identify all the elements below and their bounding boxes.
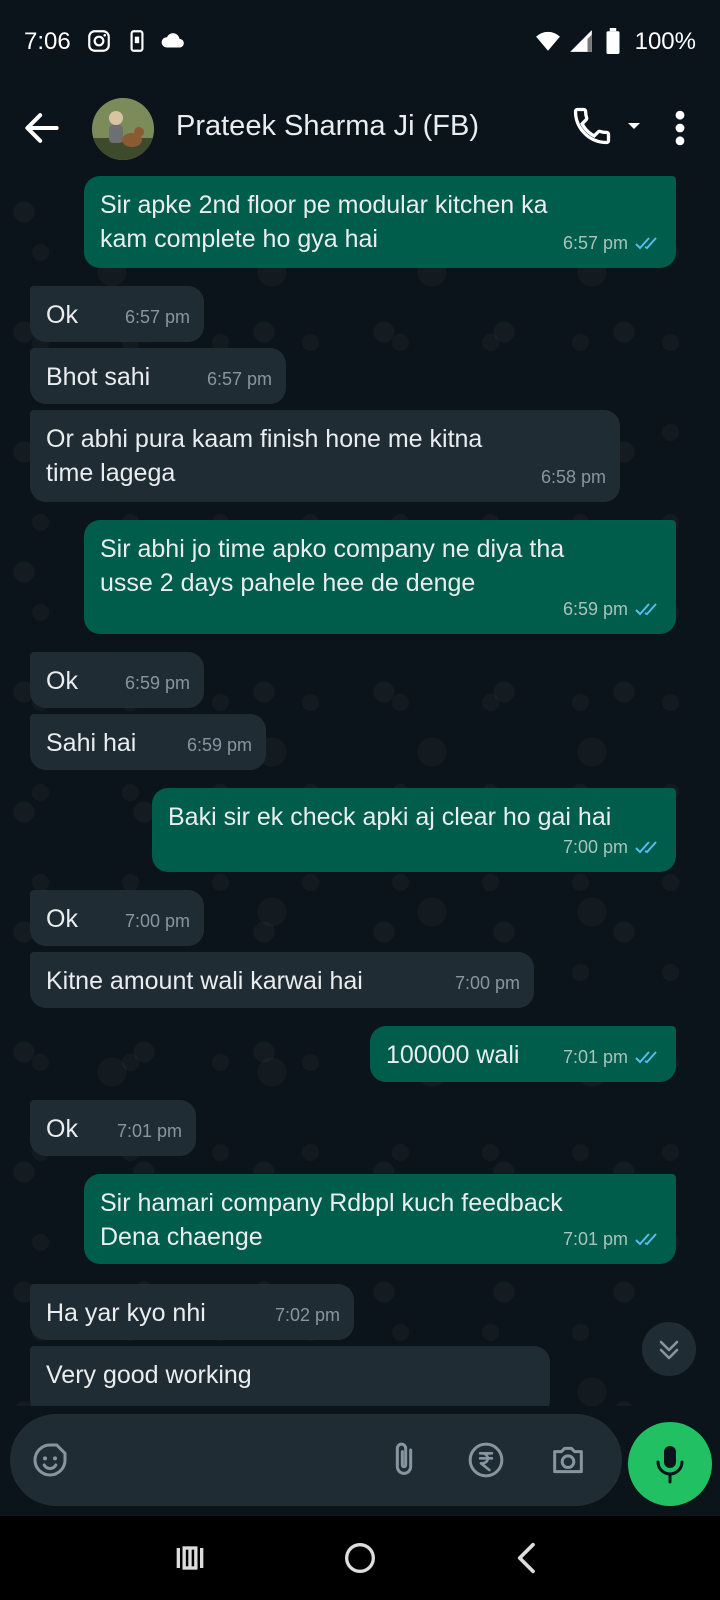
mic-icon <box>656 1446 684 1484</box>
message-outgoing[interactable]: Sir apke 2nd floor pe modular kitchen ka… <box>84 176 676 268</box>
message-outgoing[interactable]: Sir hamari company Rdbpl kuch feedback D… <box>84 1174 676 1264</box>
voice-record-button[interactable] <box>628 1422 712 1506</box>
message-incoming[interactable]: Ha yar kyo nhi 7:02 pm <box>30 1284 354 1340</box>
message-incoming[interactable]: Ok 6:57 pm <box>30 286 204 342</box>
attach-icon[interactable] <box>384 1440 424 1480</box>
system-navigation-bar <box>0 1516 720 1600</box>
message-time: 6:57 pm <box>124 307 190 327</box>
message-meta: 6:57 pm <box>207 362 272 396</box>
status-bar: 7:06 100% <box>0 0 720 84</box>
cloud-icon <box>161 33 184 48</box>
message-meta: 6:57 pm <box>563 226 662 260</box>
message-time: 7:00 pm <box>124 911 190 931</box>
message-outgoing[interactable]: Baki sir ek check apki aj clear ho gai h… <box>152 788 676 872</box>
message-time: 6:58 pm <box>540 467 606 487</box>
message-time: 7:00 pm <box>562 837 628 857</box>
back-icon[interactable] <box>508 1538 548 1578</box>
contact-name[interactable]: Prateek Sharma Ji (FB) <box>176 110 479 143</box>
message-meta: 6:59 pm <box>563 592 662 626</box>
message-text: Kitne amount wali karwai hai <box>46 967 363 995</box>
message-time: 6:59 pm <box>562 599 628 619</box>
message-outgoing[interactable]: 100000 wali 7:01 pm <box>370 1026 676 1082</box>
more-options-icon[interactable] <box>668 106 692 150</box>
message-meta: 7:01 pm <box>117 1114 182 1148</box>
message-incoming[interactable]: Ok 6:59 pm <box>30 652 204 708</box>
message-time: 7:01 pm <box>116 1121 182 1141</box>
wifi-icon <box>536 31 560 51</box>
message-meta: 7:00 pm <box>125 904 190 938</box>
message-incoming[interactable]: Or abhi pura kaam finish hone me kitna t… <box>30 410 620 502</box>
message-meta: 7:00 pm <box>455 966 520 1000</box>
rupee-payment-icon[interactable] <box>466 1440 506 1480</box>
message-incoming[interactable]: Very good working <box>30 1346 550 1406</box>
message-composer <box>0 1406 720 1516</box>
message-meta: 7:01 pm <box>563 1222 662 1256</box>
message-incoming[interactable]: Bhot sahi 6:57 pm <box>30 348 286 404</box>
message-meta: 7:02 pm <box>275 1298 340 1332</box>
recent-apps-icon[interactable] <box>170 1538 210 1578</box>
message-text: Sir abhi jo time apko company ne diya th… <box>100 535 565 597</box>
message-meta: 6:58 pm <box>541 460 606 494</box>
message-incoming[interactable]: Sahi hai 6:59 pm <box>30 714 266 770</box>
message-meta: 6:57 pm <box>125 300 190 334</box>
camera-icon[interactable] <box>548 1440 588 1480</box>
message-incoming[interactable]: Ok 7:00 pm <box>30 890 204 946</box>
chat-message-list[interactable]: Sir apke 2nd floor pe modular kitchen ka… <box>0 176 720 1406</box>
scroll-to-bottom-button[interactable] <box>642 1322 696 1376</box>
message-time: 6:59 pm <box>186 735 252 755</box>
battery-percentage: 100% <box>634 28 696 55</box>
voice-call-icon[interactable] <box>570 104 614 148</box>
message-text: Baki sir ek check apki aj clear ho gai h… <box>168 803 612 831</box>
message-text: Or abhi pura kaam finish hone me kitna t… <box>46 425 483 487</box>
sticker-icon[interactable] <box>30 1440 70 1480</box>
message-incoming[interactable]: Ok 7:01 pm <box>30 1100 196 1156</box>
read-receipt-icon <box>635 603 657 616</box>
double-chevron-down-icon <box>659 1340 679 1360</box>
instagram-icon <box>88 30 110 52</box>
message-incoming[interactable]: Kitne amount wali karwai hai 7:00 pm <box>30 952 534 1008</box>
chevron-down-icon[interactable] <box>622 114 646 138</box>
back-arrow-icon[interactable] <box>20 106 64 150</box>
message-outgoing[interactable]: Sir abhi jo time apko company ne diya th… <box>84 520 676 634</box>
battery-icon <box>606 28 620 54</box>
message-time: 6:57 pm <box>562 233 628 253</box>
message-time: 7:00 pm <box>454 973 520 993</box>
message-input[interactable] <box>10 1414 622 1506</box>
chat-header: Prateek Sharma Ji (FB) <box>0 84 720 176</box>
status-time: 7:06 <box>24 28 71 55</box>
signal-icon <box>570 30 592 52</box>
message-time: 7:02 pm <box>274 1305 340 1325</box>
message-time: 6:59 pm <box>124 673 190 693</box>
message-meta: 6:59 pm <box>125 666 190 700</box>
phone-sync-icon <box>130 30 144 52</box>
read-receipt-icon <box>635 1051 657 1064</box>
read-receipt-icon <box>635 841 657 854</box>
message-time: 7:01 pm <box>562 1047 628 1067</box>
message-time: 6:57 pm <box>206 369 272 389</box>
message-meta: 7:01 pm <box>563 1040 662 1074</box>
message-meta: 6:59 pm <box>187 728 252 762</box>
read-receipt-icon <box>635 1233 657 1246</box>
contact-avatar[interactable] <box>92 98 154 160</box>
message-text: Very good working <box>46 1361 252 1389</box>
home-icon[interactable] <box>340 1538 380 1578</box>
message-meta: 7:00 pm <box>563 830 662 864</box>
read-receipt-icon <box>635 237 657 250</box>
message-time: 7:01 pm <box>562 1229 628 1249</box>
